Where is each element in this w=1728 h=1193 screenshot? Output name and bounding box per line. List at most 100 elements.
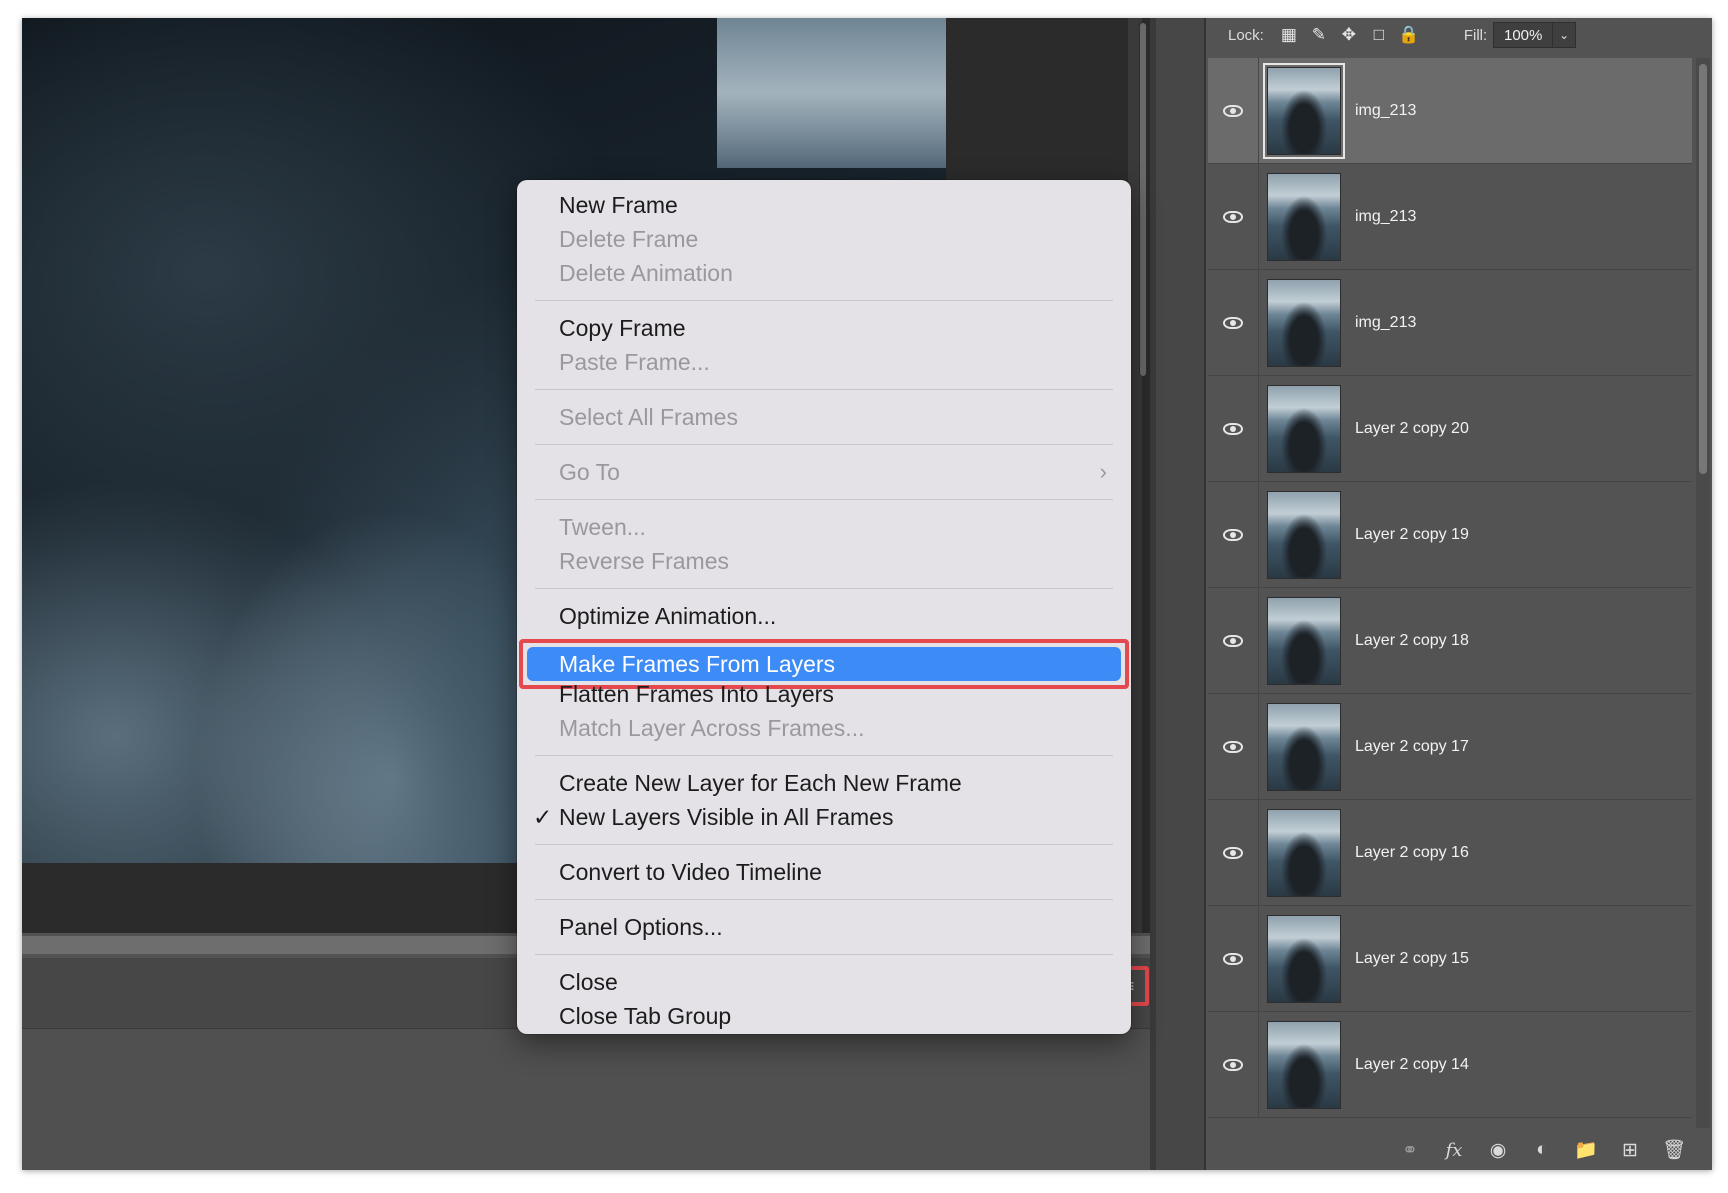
menu-item-close-tab-group[interactable]: Close Tab Group — [517, 999, 1131, 1033]
layer-row[interactable]: Layer 2 copy 14 — [1208, 1012, 1692, 1118]
menu-item-make-frames-from-layers[interactable]: Make Frames From Layers — [519, 639, 1129, 689]
lock-image-pixels-icon[interactable]: ✎ — [1304, 23, 1334, 47]
checkmark-icon: ✓ — [533, 804, 553, 830]
layers-lock-bar: Lock: ▦ ✎ ✥ □ 🔒 Fill: 100% ⌄ — [1208, 18, 1712, 52]
layer-list: img_213 img_213 img_213 Layer 2 copy 20 — [1208, 58, 1692, 1138]
fill-dropdown-chevron-icon[interactable]: ⌄ — [1553, 22, 1577, 48]
menu-item-go-to[interactable]: Go To › — [517, 455, 1131, 489]
add-mask-icon[interactable]: ◉ — [1476, 1139, 1520, 1162]
menu-item-copy-frame[interactable]: Copy Frame — [517, 311, 1131, 345]
layer-visibility-toggle[interactable] — [1208, 164, 1259, 269]
layers-vertical-scrollbar[interactable] — [1696, 58, 1710, 1128]
layer-visibility-toggle[interactable] — [1208, 800, 1259, 905]
panel-dock-border — [1204, 18, 1206, 1170]
menu-item-delete-frame[interactable]: Delete Frame — [517, 222, 1131, 256]
layer-name: Layer 2 copy 19 — [1355, 525, 1469, 543]
layer-name: img_213 — [1355, 101, 1417, 119]
menu-item-optimize-animation[interactable]: Optimize Animation... — [517, 599, 1131, 633]
layer-visibility-toggle[interactable] — [1208, 482, 1259, 587]
menu-separator — [535, 389, 1113, 390]
eye-icon — [1223, 316, 1243, 329]
menu-item-convert-video[interactable]: Convert to Video Timeline — [517, 855, 1131, 889]
layers-panel: Lock: ▦ ✎ ✥ □ 🔒 Fill: 100% ⌄ img_213 img… — [1208, 18, 1712, 1170]
menu-item-tween[interactable]: Tween... — [517, 510, 1131, 544]
layer-visibility-toggle[interactable] — [1208, 270, 1259, 375]
menu-item-close[interactable]: Close — [517, 965, 1131, 999]
delete-layer-icon[interactable]: 🗑 — [1652, 1138, 1696, 1162]
eye-icon — [1223, 740, 1243, 753]
menu-item-reverse-frames[interactable]: Reverse Frames — [517, 544, 1131, 578]
layer-name: Layer 2 copy 18 — [1355, 631, 1469, 649]
menu-item-match-layer[interactable]: Match Layer Across Frames... — [517, 711, 1131, 745]
menu-item-create-new-layer[interactable]: Create New Layer for Each New Frame — [517, 766, 1131, 800]
lock-artboard-icon[interactable]: □ — [1364, 23, 1394, 47]
menu-item-select-all-frames[interactable]: Select All Frames — [517, 400, 1131, 434]
layer-visibility-toggle[interactable] — [1208, 694, 1259, 799]
menu-item-new-layers-visible[interactable]: ✓ New Layers Visible in All Frames — [517, 800, 1131, 834]
layer-row[interactable]: Layer 2 copy 18 — [1208, 588, 1692, 694]
menu-separator — [535, 755, 1113, 756]
layer-thumbnail — [1267, 1020, 1341, 1109]
layer-thumbnail — [1267, 914, 1341, 1003]
canvas-scroll-thumb[interactable] — [1139, 22, 1147, 377]
lock-transparent-pixels-icon[interactable]: ▦ — [1274, 23, 1304, 47]
menu-item-paste-frame[interactable]: Paste Frame... — [517, 345, 1131, 379]
layer-thumbnail — [1267, 596, 1341, 685]
fill-input[interactable]: 100% — [1493, 22, 1554, 48]
lock-position-icon[interactable]: ✥ — [1334, 23, 1364, 47]
new-layer-icon[interactable]: ⊞ — [1608, 1139, 1652, 1162]
fx-icon[interactable]: fx — [1432, 1140, 1476, 1161]
eye-icon — [1223, 1058, 1243, 1071]
layer-row[interactable]: Layer 2 copy 15 — [1208, 906, 1692, 1012]
menu-item-new-frame[interactable]: New Frame — [517, 188, 1131, 222]
layer-name: Layer 2 copy 15 — [1355, 949, 1469, 967]
layer-row[interactable]: img_213 — [1208, 270, 1692, 376]
layer-row[interactable]: Layer 2 copy 19 — [1208, 482, 1692, 588]
layer-row[interactable]: img_213 — [1208, 164, 1692, 270]
layer-name: Layer 2 copy 14 — [1355, 1055, 1469, 1073]
layer-row[interactable]: img_213 — [1208, 58, 1692, 164]
menu-item-panel-options[interactable]: Panel Options... — [517, 910, 1131, 944]
photoshop-window: ≡ Lock: ▦ ✎ ✥ □ 🔒 Fill: 100% ⌄ img_213 — [22, 18, 1712, 1170]
layer-name: Layer 2 copy 16 — [1355, 843, 1469, 861]
layer-row[interactable]: Layer 2 copy 16 — [1208, 800, 1692, 906]
layers-scroll-thumb[interactable] — [1699, 64, 1707, 474]
menu-separator — [535, 954, 1113, 955]
layer-thumbnail — [1267, 702, 1341, 791]
eye-icon — [1223, 634, 1243, 647]
menu-separator — [535, 499, 1113, 500]
layer-thumbnail — [1263, 62, 1345, 159]
eye-icon — [1223, 422, 1243, 435]
lock-all-icon[interactable]: 🔒 — [1394, 23, 1424, 47]
layer-name: img_213 — [1355, 207, 1417, 225]
chevron-right-icon: › — [1099, 459, 1107, 484]
menu-separator — [535, 444, 1113, 445]
adjustment-layer-icon[interactable]: ◐ — [1520, 1139, 1564, 1161]
menu-separator — [535, 899, 1113, 900]
layer-visibility-toggle[interactable] — [1208, 1012, 1259, 1117]
menu-separator — [535, 844, 1113, 845]
menu-item-delete-animation[interactable]: Delete Animation — [517, 256, 1131, 290]
menu-separator — [535, 588, 1113, 589]
eye-icon — [1223, 846, 1243, 859]
menu-item-new-layers-visible-label: New Layers Visible in All Frames — [559, 804, 894, 830]
menu-item-make-frames-label: Make Frames From Layers — [559, 651, 836, 677]
layer-row[interactable]: Layer 2 copy 20 — [1208, 376, 1692, 482]
new-group-icon[interactable]: 📁 — [1564, 1138, 1608, 1162]
lock-label: Lock: — [1228, 26, 1264, 44]
fill-label: Fill: — [1463, 26, 1488, 44]
layer-visibility-toggle[interactable] — [1208, 588, 1259, 693]
menu-item-flatten-frames[interactable]: Flatten Frames Into Layers — [517, 677, 1131, 711]
layer-visibility-toggle[interactable] — [1208, 376, 1259, 481]
layer-name: Layer 2 copy 17 — [1355, 737, 1469, 755]
layer-name: Layer 2 copy 20 — [1355, 419, 1469, 437]
panel-dock-strip — [1156, 18, 1206, 1170]
menu-item-go-to-label: Go To — [559, 459, 620, 485]
eye-icon — [1223, 210, 1243, 223]
layer-thumbnail — [1267, 384, 1341, 473]
layer-visibility-toggle[interactable] — [1208, 58, 1259, 163]
link-layers-icon[interactable]: ⚭ — [1388, 1139, 1432, 1162]
eye-icon — [1223, 952, 1243, 965]
layer-row[interactable]: Layer 2 copy 17 — [1208, 694, 1692, 800]
layer-visibility-toggle[interactable] — [1208, 906, 1259, 1011]
